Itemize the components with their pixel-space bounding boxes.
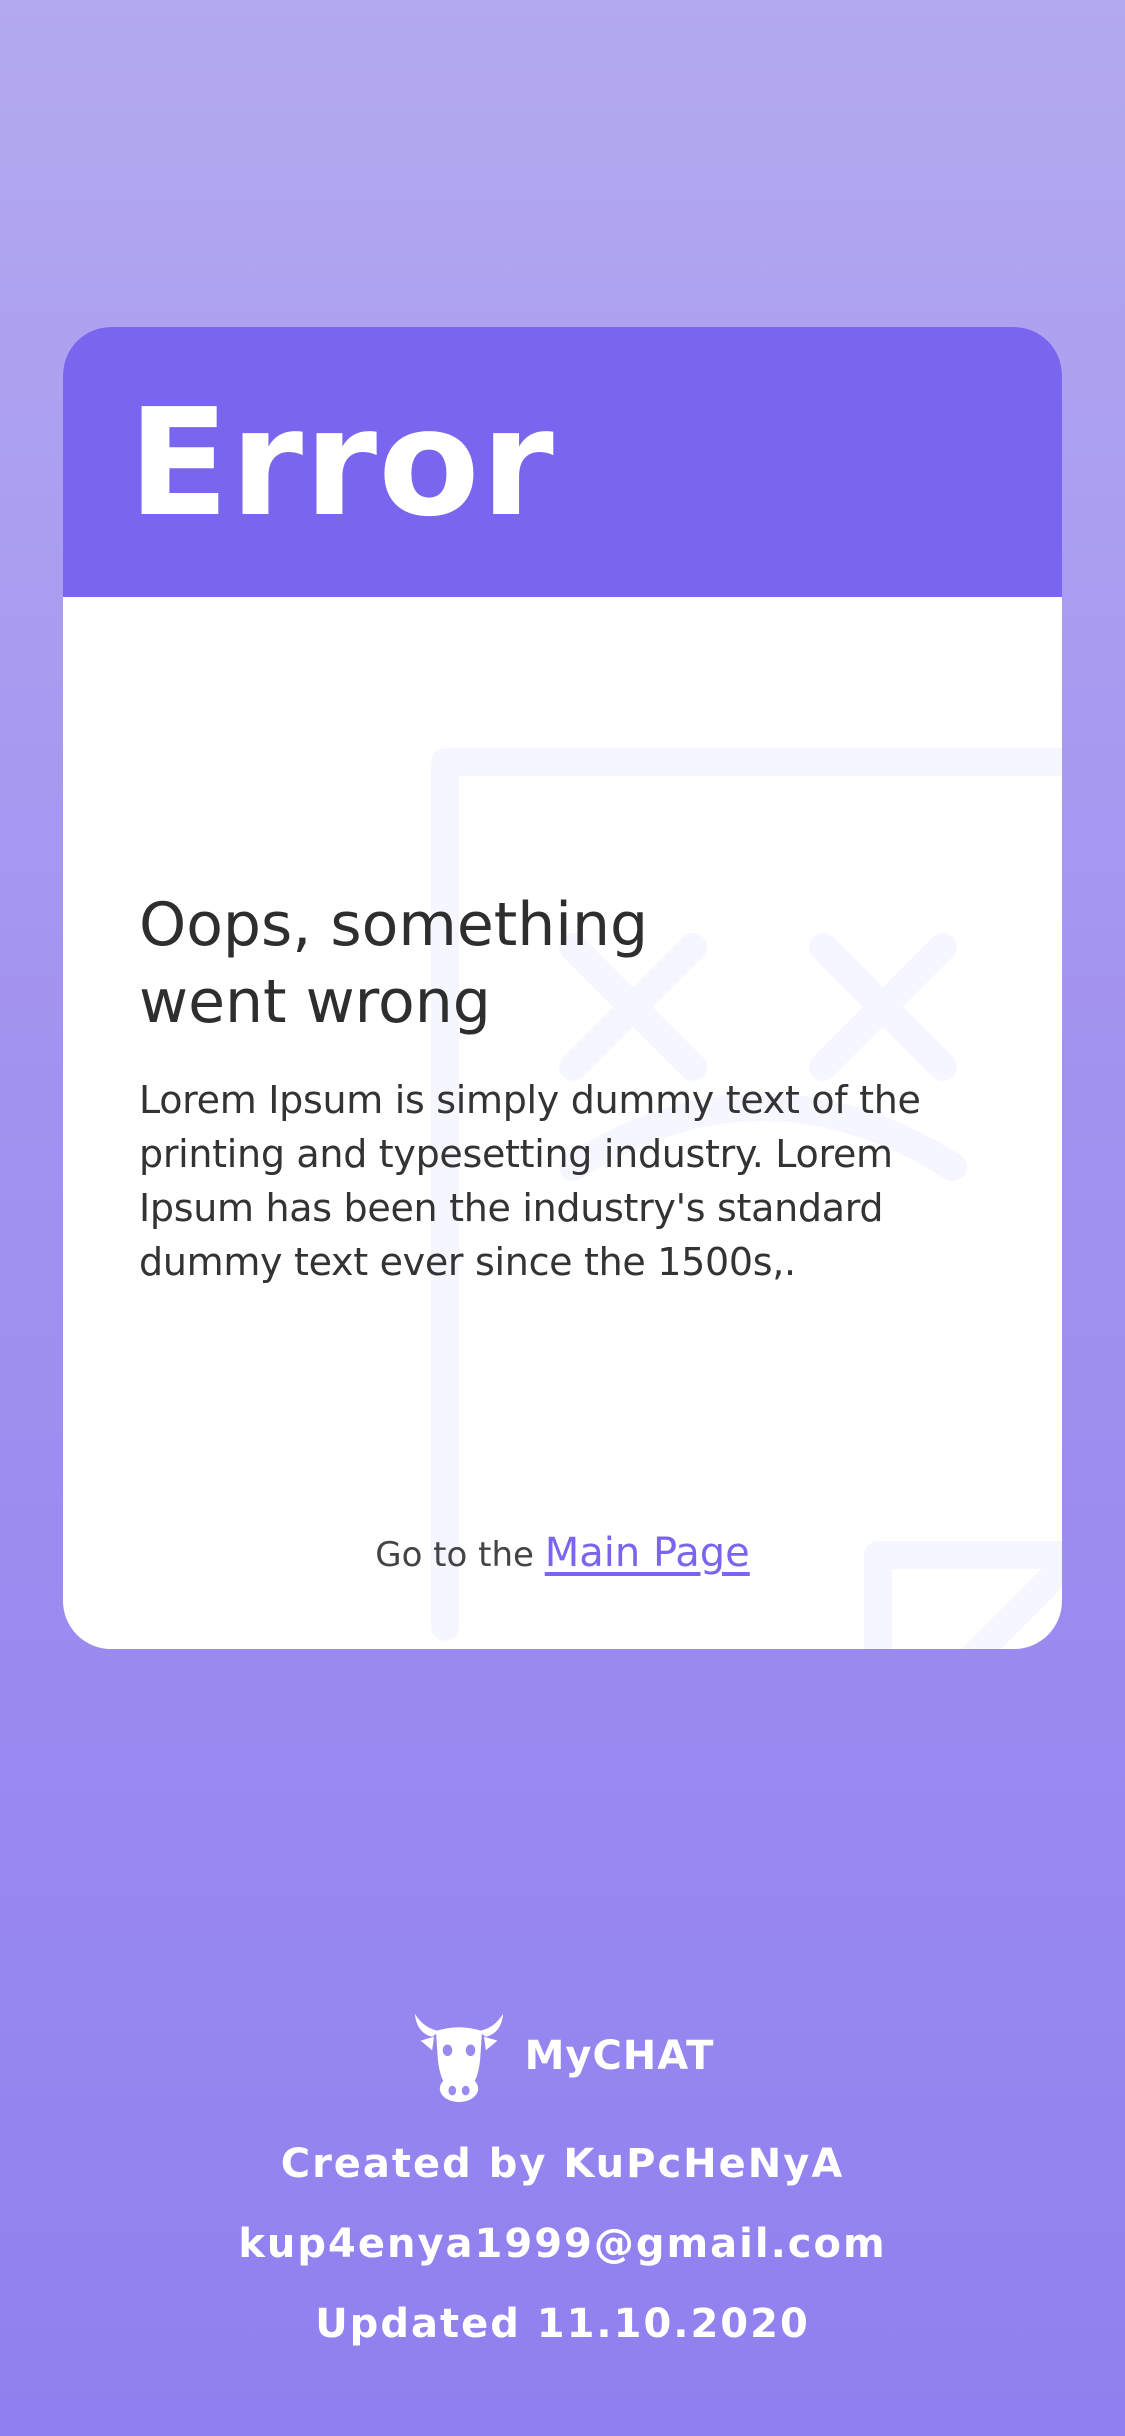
error-title: Error (128, 377, 555, 549)
footer-updated: Updated 11.10.2020 (315, 2301, 810, 2347)
brand: MyCHAT (0, 2008, 1125, 2104)
goto-main-page: Go to the Main Page (63, 1523, 1062, 1585)
bull-head-icon (414, 2013, 503, 2103)
error-card-header: Error (63, 327, 1062, 597)
main-page-link[interactable]: Main Page (545, 1530, 750, 1576)
goto-prefix-text: Go to the (375, 1535, 545, 1575)
brand-name: MyCHAT (524, 2033, 715, 2079)
error-heading: Oops, something went wrong (139, 890, 649, 1037)
footer-credit: Created by KuPcHeNyA (280, 2141, 845, 2187)
footer-email[interactable]: kup4enya1999@gmail.com (0, 2204, 1125, 2284)
footer: MyCHAT Created by KuPcHeNyA kup4enya1999… (0, 2008, 1125, 2364)
error-description: Lorem Ipsum is simply dummy text of the … (139, 1078, 921, 1284)
error-card: Error Oops, something went wrong Lorem I… (63, 327, 1062, 1649)
